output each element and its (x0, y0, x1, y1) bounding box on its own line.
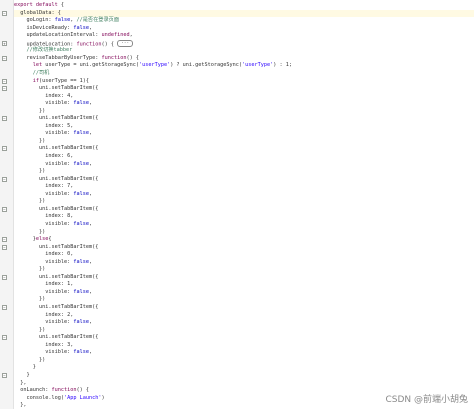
code-line[interactable]: goLogin: false, //是否在登录页面 (14, 17, 119, 25)
code-line[interactable]: } (14, 372, 29, 380)
code-line[interactable]: globalData: { (14, 9, 474, 18)
code-line[interactable]: uni.setTabBarItem({ (14, 334, 98, 342)
fold-toggle-icon[interactable]: + (2, 40, 7, 46)
fold-toggle-icon[interactable]: − (2, 86, 7, 92)
code-line[interactable]: visible: false, (14, 191, 92, 199)
code-line[interactable]: visible: false, (14, 319, 92, 327)
code-line[interactable]: }) (14, 266, 45, 274)
collapsed-region-marker[interactable]: ··· (117, 39, 134, 48)
code-line[interactable]: }) (14, 296, 45, 304)
code-line[interactable]: uni.setTabBarItem({ (14, 304, 98, 312)
code-line[interactable]: visible: false, (14, 130, 92, 138)
code-line[interactable]: index: 7, (14, 183, 73, 191)
code-line[interactable]: index: 6, (14, 153, 73, 161)
fold-toggle-icon[interactable]: − (2, 305, 7, 310)
code-line[interactable]: index: 1, (14, 281, 73, 289)
code-line[interactable]: console.log('App Launch') (14, 395, 104, 403)
code-line[interactable]: }) (14, 108, 45, 116)
code-line[interactable]: visible: false, (14, 161, 92, 169)
fold-toggle-icon[interactable]: − (2, 55, 7, 61)
fold-toggle-icon[interactable]: − (2, 10, 7, 16)
code-line[interactable]: }) (14, 138, 45, 146)
code-line[interactable]: }) (14, 229, 45, 237)
code-line[interactable]: reviseTabbarByUserType: function() { (14, 55, 138, 63)
code-line[interactable]: visible: false, (14, 289, 92, 297)
fold-toggle-icon[interactable]: − (2, 116, 7, 122)
fold-toggle-icon[interactable]: − (2, 146, 7, 152)
watermark: CSDN @前端小胡兔 (385, 395, 468, 405)
code-line[interactable]: uni.setTabBarItem({ (14, 244, 98, 252)
code-line[interactable]: }) (14, 198, 45, 206)
code-line[interactable]: export default { (14, 2, 64, 10)
code-line[interactable]: index: 0, (14, 251, 73, 259)
code-line[interactable]: index: 2, (14, 312, 73, 320)
fold-toggle-icon[interactable]: − (2, 244, 7, 250)
fold-toggle-icon[interactable]: − (2, 335, 7, 341)
code-line[interactable]: uni.setTabBarItem({ (14, 145, 98, 153)
fold-toggle-icon[interactable]: − (2, 78, 7, 84)
code-line[interactable]: updateLocationInterval: undefined, (14, 32, 132, 40)
code-line[interactable]: }, (14, 380, 26, 388)
code-line[interactable]: index: 5, (14, 123, 73, 131)
fold-toggle-icon[interactable]: − (2, 237, 7, 243)
code-line[interactable]: visible: false, (14, 100, 92, 108)
code-line[interactable]: isDeviceReady: false, (14, 25, 92, 33)
code-line[interactable]: uni.setTabBarItem({ (14, 274, 98, 282)
code-line[interactable]: index: 3, (14, 342, 73, 350)
code-line[interactable]: visible: false, (14, 259, 92, 267)
code-line[interactable]: }) (14, 357, 45, 365)
code-line[interactable]: index: 4, (14, 93, 73, 101)
code-line[interactable]: uni.setTabBarItem({ (14, 85, 98, 93)
line-gutter: − + − − − − − − − − − − − − − (0, 0, 14, 409)
code-line[interactable]: }) (14, 168, 45, 176)
code-line[interactable]: }else{ (14, 236, 52, 244)
code-line[interactable]: }) (14, 327, 45, 335)
code-line[interactable]: } (14, 364, 36, 372)
code-line[interactable]: visible: false, (14, 221, 92, 229)
fold-toggle-icon[interactable]: − (2, 206, 7, 212)
fold-toggle-icon[interactable]: − (2, 176, 7, 182)
code-line[interactable]: //修改切换tabber (14, 47, 73, 55)
code-line[interactable]: //司机 (14, 70, 50, 78)
fold-toggle-icon[interactable]: − (2, 372, 7, 378)
code-line[interactable]: uni.setTabBarItem({ (14, 176, 98, 184)
code-line[interactable]: index: 8, (14, 213, 73, 221)
code-line[interactable]: onLaunch: function() { (14, 387, 89, 395)
code-line[interactable]: if(userType == 1){ (14, 78, 89, 86)
code-line[interactable]: visible: false, (14, 349, 92, 357)
code-line[interactable]: let userType = uni.getStorageSync('userT… (14, 62, 292, 70)
fold-toggle-icon[interactable]: − (2, 274, 7, 280)
code-line[interactable]: uni.setTabBarItem({ (14, 115, 98, 123)
code-line[interactable]: uni.setTabBarItem({ (14, 206, 98, 214)
code-editor[interactable]: export default { globalData: { goLogin: … (14, 0, 474, 409)
